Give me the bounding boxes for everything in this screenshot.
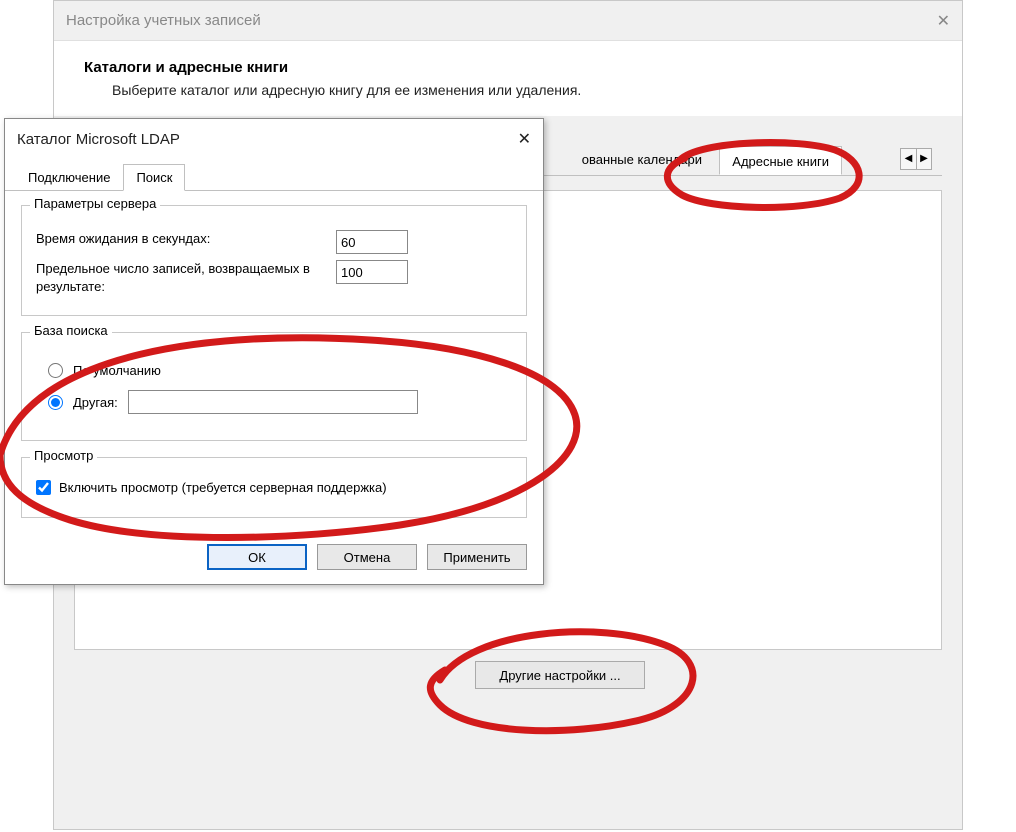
tab-address-books[interactable]: Адресные книги (719, 146, 842, 175)
ldap-body: Параметры сервера Время ожидания в секун… (5, 191, 543, 534)
ldap-button-row: ОК Отмена Применить (5, 534, 543, 584)
radio-default[interactable] (48, 363, 63, 378)
radio-custom[interactable] (48, 395, 63, 410)
group-browse-title: Просмотр (30, 448, 97, 463)
cancel-button[interactable]: Отмена (317, 544, 417, 570)
tab-nav-left-icon[interactable]: ◀ (901, 149, 916, 169)
tab-connection[interactable]: Подключение (15, 164, 123, 191)
ldap-tabs: Подключение Поиск (5, 163, 543, 191)
parent-header-area: Каталоги и адресные книги Выберите катал… (54, 41, 962, 116)
other-settings-button[interactable]: Другие настройки ... (475, 661, 645, 689)
custom-base-input[interactable] (128, 390, 418, 414)
tab-nav-arrows: ◀ ▶ (900, 148, 932, 170)
enable-browse-label: Включить просмотр (требуется серверная п… (59, 480, 387, 495)
ldap-titlebar: Каталог Microsoft LDAP ✕ (5, 119, 543, 159)
timeout-input[interactable] (336, 230, 408, 254)
tab-calendars-fragment[interactable]: ованные календари (582, 152, 702, 167)
parent-title: Настройка учетных записей (66, 12, 261, 29)
apply-button[interactable]: Применить (427, 544, 527, 570)
group-search-base: База поиска По умолчанию Другая: (21, 332, 527, 441)
parent-subtitle: Выберите каталог или адресную книгу для … (112, 82, 932, 98)
maxresults-label: Предельное число записей, возвращаемых в… (36, 260, 336, 295)
group-server-params: Параметры сервера Время ожидания в секун… (21, 205, 527, 316)
group-browse: Просмотр Включить просмотр (требуется се… (21, 457, 527, 518)
maxresults-input[interactable] (336, 260, 408, 284)
radio-custom-label: Другая: (73, 395, 118, 410)
ldap-dialog: Каталог Microsoft LDAP ✕ Подключение Пои… (4, 118, 544, 585)
close-icon[interactable]: ✕ (937, 11, 950, 31)
group-server-title: Параметры сервера (30, 196, 160, 211)
parent-titlebar: Настройка учетных записей ✕ (54, 1, 962, 41)
ok-button[interactable]: ОК (207, 544, 307, 570)
group-base-title: База поиска (30, 323, 112, 338)
ldap-title: Каталог Microsoft LDAP (17, 131, 180, 148)
timeout-label: Время ожидания в секундах: (36, 230, 336, 248)
tab-nav-right-icon[interactable]: ▶ (916, 149, 931, 169)
close-icon[interactable]: ✕ (518, 129, 531, 149)
radio-default-label: По умолчанию (73, 363, 161, 378)
parent-heading: Каталоги и адресные книги (84, 59, 932, 76)
tab-search[interactable]: Поиск (123, 164, 185, 191)
enable-browse-checkbox[interactable] (36, 480, 51, 495)
